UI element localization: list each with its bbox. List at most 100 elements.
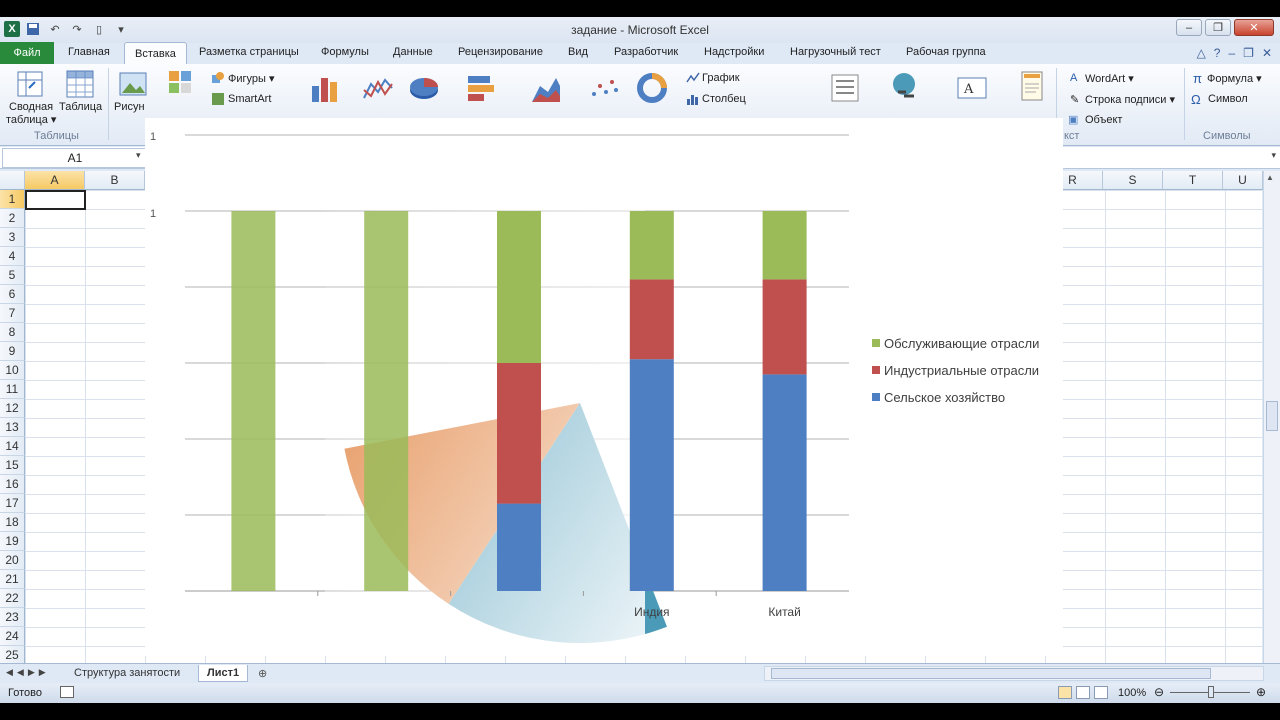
pie-chart-icon[interactable] [408, 72, 440, 104]
vertical-scroll-thumb[interactable] [1266, 401, 1278, 431]
area-chart-icon[interactable] [530, 72, 562, 104]
row-header[interactable]: 19 [0, 532, 25, 551]
row-header[interactable]: 13 [0, 418, 25, 437]
header-footer-icon[interactable] [1016, 70, 1048, 102]
signature-line-label[interactable]: Строка подписи ▾ [1085, 93, 1175, 106]
row-header[interactable]: 24 [0, 627, 25, 646]
sheet-tab-list1[interactable]: Лист1 [198, 665, 249, 682]
tab-view[interactable]: Вид [568, 46, 588, 58]
row-header[interactable]: 17 [0, 494, 25, 513]
name-box[interactable]: A1 [2, 148, 148, 168]
row-header[interactable]: 11 [0, 380, 25, 399]
table-icon[interactable] [64, 68, 96, 100]
page-break-view-icon[interactable] [1094, 686, 1108, 699]
tab-load-test[interactable]: Нагрузочный тест [790, 46, 881, 58]
picture-icon[interactable] [117, 68, 149, 100]
row-header[interactable]: 18 [0, 513, 25, 532]
tab-file[interactable]: Файл [0, 42, 54, 64]
pivot-table-label-1[interactable]: Сводная [9, 101, 53, 113]
shapes-label[interactable]: Фигуры ▾ [228, 72, 275, 85]
wordart-label[interactable]: WordArt ▾ [1085, 72, 1134, 85]
column-header-b[interactable]: B [85, 171, 145, 190]
row-header[interactable]: 10 [0, 361, 25, 380]
object-label[interactable]: Объект [1085, 114, 1122, 126]
row-header[interactable]: 12 [0, 399, 25, 418]
horizontal-scroll-thumb[interactable] [771, 668, 1211, 679]
column-header-t[interactable]: T [1163, 171, 1223, 190]
minimize-icon[interactable]: – [1176, 19, 1202, 36]
insert-sheet-icon[interactable]: ⊕ [258, 667, 267, 680]
table-label[interactable]: Таблица [59, 101, 102, 113]
pivot-table-icon[interactable] [14, 68, 46, 100]
stacked-bar-chart[interactable]: Индия Китай Обслуживающие отрасли Индустри… [145, 118, 1063, 658]
close-workbook-icon[interactable]: ✕ [1262, 46, 1272, 60]
symbol-icon[interactable]: Ω [1191, 92, 1201, 107]
column-header-a[interactable]: A [25, 171, 85, 190]
help-icon[interactable]: ? [1214, 46, 1221, 60]
minimize-workbook-icon[interactable]: – [1228, 46, 1235, 60]
sparkline-column-label[interactable]: Столбец [702, 93, 746, 105]
close-icon[interactable]: ✕ [1234, 19, 1274, 36]
equation-label[interactable]: Формула ▾ [1207, 72, 1262, 85]
tab-review[interactable]: Рецензирование [458, 46, 543, 58]
other-charts-icon[interactable] [636, 72, 668, 104]
row-header[interactable]: 5 [0, 266, 25, 285]
line-chart-icon[interactable] [362, 72, 394, 104]
select-all-corner[interactable] [0, 171, 25, 190]
row-header[interactable]: 9 [0, 342, 25, 361]
row-header[interactable]: 6 [0, 285, 25, 304]
column-header-u[interactable]: U [1223, 171, 1263, 190]
scatter-chart-icon[interactable] [588, 72, 620, 104]
shapes-icon[interactable] [211, 71, 225, 85]
active-cell-a1[interactable] [25, 190, 86, 210]
scroll-up-icon[interactable]: ▲ [1266, 173, 1274, 182]
tab-workgroup[interactable]: Рабочая группа [906, 46, 986, 58]
tab-page-layout[interactable]: Разметка страницы [199, 46, 299, 58]
tab-addins[interactable]: Надстройки [704, 46, 764, 58]
page-layout-view-icon[interactable] [1076, 686, 1090, 699]
sheet-tab-structure[interactable]: Структура занятости [66, 665, 188, 681]
horizontal-scrollbar[interactable] [764, 666, 1264, 681]
tab-developer[interactable]: Разработчик [614, 46, 678, 58]
zoom-level[interactable]: 100% [1118, 687, 1146, 699]
equation-icon[interactable]: π [1193, 71, 1202, 86]
column-chart-icon[interactable] [309, 72, 341, 104]
tab-data[interactable]: Данные [393, 46, 433, 58]
hyperlink-icon[interactable] [890, 70, 922, 102]
clip-art-icon[interactable] [168, 70, 194, 98]
row-header[interactable]: 3 [0, 228, 25, 247]
bar-chart-icon[interactable] [465, 72, 497, 104]
tab-home[interactable]: Главная [68, 46, 110, 58]
row-header[interactable]: 7 [0, 304, 25, 323]
chart-area[interactable]: Индия Китай Обслуживающие отрасли Индустри… [145, 118, 1063, 658]
collapse-ribbon-icon[interactable]: △ [1197, 46, 1206, 60]
row-header[interactable]: 16 [0, 475, 25, 494]
row-header[interactable]: 8 [0, 323, 25, 342]
row-header[interactable]: 21 [0, 570, 25, 589]
macro-record-icon[interactable] [60, 686, 74, 698]
smartart-label[interactable]: SmartArt [228, 93, 271, 105]
zoom-in-icon[interactable]: ⊕ [1256, 685, 1266, 699]
symbol-label[interactable]: Символ [1208, 93, 1248, 105]
sparkline-column-icon[interactable] [686, 92, 700, 106]
restore-icon[interactable]: ❐ [1205, 19, 1231, 36]
sparkline-line-icon[interactable] [686, 71, 700, 85]
restore-workbook-icon[interactable]: ❐ [1243, 46, 1254, 60]
wordart-icon[interactable]: A [1070, 72, 1077, 84]
signature-line-icon[interactable]: ✎ [1070, 93, 1079, 106]
normal-view-icon[interactable] [1058, 686, 1072, 699]
object-icon[interactable]: ▣ [1068, 113, 1078, 126]
text-box-icon[interactable]: A [956, 72, 988, 104]
tab-formulas[interactable]: Формулы [321, 46, 369, 58]
picture-label[interactable]: Рисун [114, 101, 145, 113]
expand-formula-bar-icon[interactable]: ▾ [1271, 150, 1276, 161]
row-header[interactable]: 20 [0, 551, 25, 570]
tab-insert[interactable]: Вставка [124, 42, 187, 65]
name-box-dropdown-icon[interactable]: ▾ [136, 150, 141, 161]
row-header[interactable]: 22 [0, 589, 25, 608]
slicer-icon[interactable] [829, 72, 861, 104]
vertical-scrollbar[interactable]: ▲ ▼ [1263, 171, 1280, 676]
sheet-nav-icons[interactable]: ◀◀▶▶ [6, 667, 50, 678]
zoom-out-icon[interactable]: ⊖ [1154, 685, 1164, 699]
zoom-slider-thumb[interactable] [1208, 686, 1214, 698]
